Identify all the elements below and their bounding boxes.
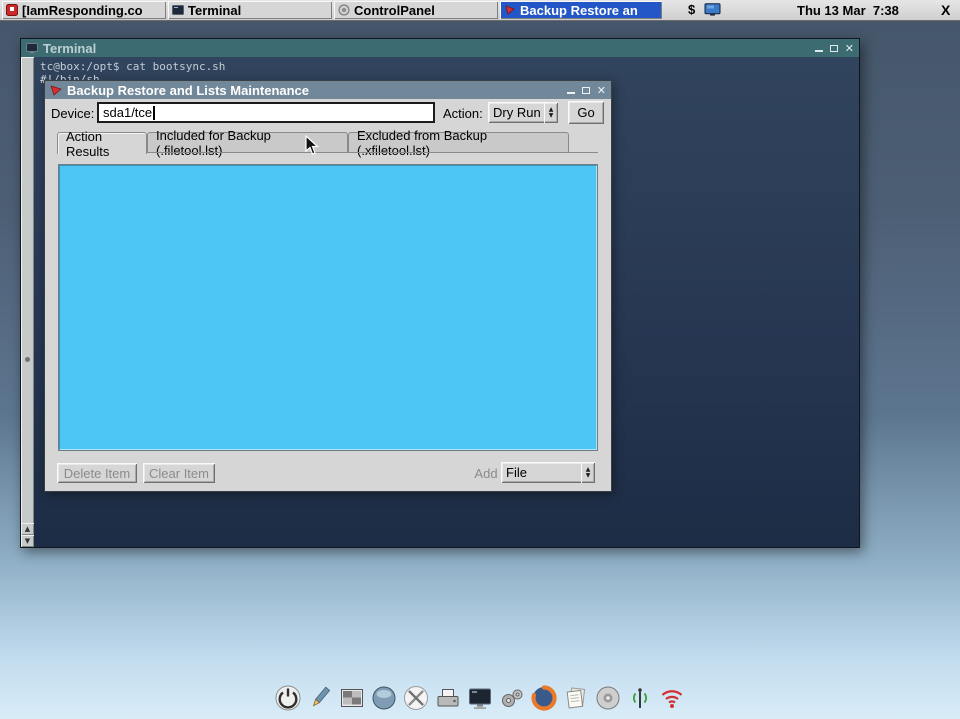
device-label: Device: [51,106,94,121]
maximize-icon[interactable] [582,87,590,94]
controlpanel-icon [338,4,350,16]
taskbar-window-terminal[interactable]: Terminal [168,1,332,19]
taskbar-window-label: [IamResponding.co [22,3,143,18]
terminal-line: tc@box:/opt$ cat bootsync.sh [40,60,855,73]
action-dropdown[interactable]: Dry Run ▲▼ [488,102,558,123]
antenna-icon[interactable] [626,684,654,712]
terminal-window-icon [26,43,38,54]
minimize-icon[interactable] [815,50,823,52]
close-icon[interactable]: ✕ [845,43,854,54]
dialog-title: Backup Restore and Lists Maintenance [67,83,309,98]
browser-globe-icon[interactable] [370,684,398,712]
taskbar-window-controlpanel[interactable]: ControlPanel [334,1,498,19]
dialog-app-icon [50,84,62,96]
wifi-icon[interactable] [658,684,686,712]
taskbar-window-label: ControlPanel [354,3,435,18]
power-icon[interactable] [274,684,302,712]
taskbar-window-label: Backup Restore an [520,3,638,18]
terminal-title: Terminal [43,41,96,56]
taskbar: [IamResponding.co Terminal ControlPanel … [0,0,960,21]
clock: Thu 13 Mar 7:38 [797,3,899,18]
gears-icon[interactable] [498,684,526,712]
delete-item-button[interactable]: Delete Item [57,463,137,483]
spinner-arrows-icon[interactable]: ▲▼ [581,462,595,483]
tab-excluded-from-backup[interactable]: Excluded from Backup (.xfiletool.lst) [348,132,569,153]
text-caret [153,106,155,120]
tray-dollar-label: $ [688,2,695,17]
minimize-icon[interactable] [567,92,575,94]
taskbar-window-iamresponding[interactable]: [IamResponding.co [2,1,166,19]
taskbar-close-button[interactable]: X [941,2,950,18]
terminal-titlebar[interactable]: Terminal ✕ [21,39,859,57]
tools-icon[interactable] [402,684,430,712]
go-button[interactable]: Go [568,101,604,124]
taskbar-window-label: Terminal [188,3,241,18]
terminal-dock-icon[interactable] [466,684,494,712]
dock [274,684,686,712]
add-button[interactable]: Add [473,463,499,483]
close-icon[interactable]: ✕ [597,85,606,96]
pencil-icon[interactable] [306,684,334,712]
spinner-arrows-icon[interactable]: ▲▼ [544,102,558,123]
taskbar-window-backup-restore[interactable]: Backup Restore an [500,1,662,19]
clear-item-button[interactable]: Clear Item [143,463,215,483]
tab-action-results[interactable]: Action Results [57,132,147,154]
disc-icon[interactable] [594,684,622,712]
tab-included-for-backup[interactable]: Included for Backup (.filetool.lst) [147,132,348,153]
dialog-titlebar[interactable]: Backup Restore and Lists Maintenance ✕ [45,81,611,99]
maximize-icon[interactable] [830,45,838,52]
printer-icon[interactable] [434,684,462,712]
add-type-dropdown-value: File [506,465,527,480]
scrollbar-thumb[interactable] [25,357,30,362]
action-results-area[interactable] [58,164,598,451]
device-input[interactable]: sda1/tce [97,102,435,123]
screenshot-icon[interactable] [338,684,366,712]
backup-dialog: Backup Restore and Lists Maintenance ✕ D… [44,80,612,492]
iamresponding-icon [6,4,18,16]
scroll-down-icon[interactable]: ▼ [21,535,34,547]
action-label: Action: [443,106,483,121]
scroll-up-icon[interactable]: ▲ [21,523,34,535]
firefox-icon[interactable] [530,684,558,712]
notes-icon[interactable] [562,684,590,712]
add-type-dropdown[interactable]: File ▲▼ [501,462,595,483]
action-dropdown-value: Dry Run [493,105,541,120]
device-input-value: sda1/tce [103,105,152,120]
terminal-scrollbar[interactable]: ▲ ▼ [21,57,34,547]
backup-restore-icon [504,4,516,16]
terminal-icon [172,4,184,16]
display-tray-icon[interactable] [704,3,722,17]
